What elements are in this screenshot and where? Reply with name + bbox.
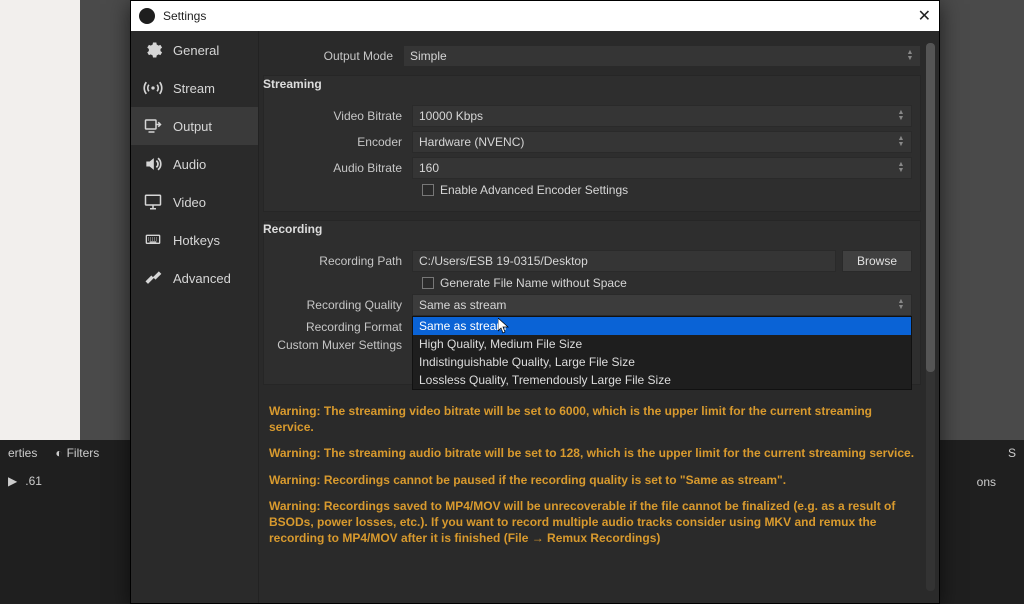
- warning-text: Warning: Recordings cannot be paused if …: [269, 472, 915, 488]
- properties-truncated[interactable]: erties: [8, 446, 37, 460]
- close-icon[interactable]: ✕: [918, 6, 931, 26]
- recording-path-label: Recording Path: [272, 254, 412, 268]
- warning-text: Warning: The streaming audio bitrate wil…: [269, 445, 915, 461]
- chevron-updown-icon: ▲▼: [893, 295, 909, 315]
- recording-format-label: Recording Format: [272, 320, 412, 334]
- warnings: Warning: The streaming video bitrate wil…: [263, 393, 921, 546]
- recording-quality-dropdown: Same as stream High Quality, Medium File…: [412, 316, 912, 390]
- audio-bitrate-label: Audio Bitrate: [272, 161, 412, 175]
- column-s: S: [1008, 446, 1016, 460]
- sidebar-label: Output: [173, 119, 212, 134]
- sidebar: General Stream Output Audio: [131, 31, 259, 603]
- warning-text: Warning: The streaming video bitrate wil…: [269, 403, 915, 435]
- sidebar-label: General: [173, 43, 219, 58]
- output-mode-select[interactable]: Simple ▲ ▼: [403, 45, 921, 67]
- window-title: Settings: [163, 9, 206, 23]
- recording-panel: Recording Recording Path C:/Users/ESB 19…: [263, 220, 921, 385]
- filter-icon: ◐: [55, 446, 62, 460]
- monitor-icon: [143, 193, 163, 211]
- output-mode-label: Output Mode: [263, 49, 403, 63]
- keyboard-icon: [143, 231, 163, 249]
- chevron-updown-icon: ▲▼: [893, 132, 909, 152]
- sidebar-label: Advanced: [173, 271, 231, 286]
- settings-window: Settings ✕ General Stream Output: [130, 0, 940, 604]
- output-icon: [143, 117, 163, 135]
- sidebar-item-general[interactable]: General: [131, 31, 258, 69]
- recording-quality-select[interactable]: Same as stream ▲▼: [412, 294, 912, 316]
- streaming-header: Streaming: [263, 75, 921, 97]
- video-bitrate-label: Video Bitrate: [272, 109, 412, 123]
- source-row[interactable]: ▶ .61: [8, 474, 42, 488]
- chevron-updown-icon: ▲ ▼: [902, 46, 918, 66]
- filters-button[interactable]: ◐ Filters: [55, 446, 99, 460]
- video-bitrate-input[interactable]: 10000 Kbps ▲▼: [412, 105, 912, 127]
- sidebar-item-stream[interactable]: Stream: [131, 69, 258, 107]
- warning-text: Warning: Recordings saved to MP4/MOV wil…: [269, 498, 915, 547]
- quality-option-same[interactable]: Same as stream: [413, 317, 911, 335]
- recording-quality-label: Recording Quality: [272, 298, 412, 312]
- sidebar-label: Video: [173, 195, 206, 210]
- sidebar-item-output[interactable]: Output: [131, 107, 258, 145]
- vertical-scrollbar[interactable]: [926, 43, 935, 591]
- streaming-panel: Streaming Video Bitrate 10000 Kbps ▲▼ En…: [263, 75, 921, 212]
- sidebar-item-advanced[interactable]: Advanced: [131, 259, 258, 297]
- audio-bitrate-select[interactable]: 160 ▲▼: [412, 157, 912, 179]
- custom-muxer-label: Custom Muxer Settings: [272, 338, 412, 352]
- encoder-label: Encoder: [272, 135, 412, 149]
- quality-option-high[interactable]: High Quality, Medium File Size: [413, 335, 911, 353]
- broadcast-icon: [143, 79, 163, 97]
- sidebar-item-video[interactable]: Video: [131, 183, 258, 221]
- generate-filename-checkbox[interactable]: Generate File Name without Space: [272, 276, 912, 290]
- recording-header: Recording: [263, 220, 921, 242]
- titlebar: Settings ✕: [131, 1, 939, 31]
- sidebar-label: Hotkeys: [173, 233, 220, 248]
- play-icon: ▶: [8, 474, 17, 488]
- spinner-icon[interactable]: ▲▼: [893, 106, 909, 126]
- recording-path-input[interactable]: C:/Users/ESB 19-0315/Desktop: [412, 250, 836, 272]
- quality-option-indistinguishable[interactable]: Indistinguishable Quality, Large File Si…: [413, 353, 911, 371]
- scrollbar-thumb[interactable]: [926, 43, 935, 372]
- sidebar-label: Audio: [173, 157, 206, 172]
- quality-option-lossless[interactable]: Lossless Quality, Tremendously Large Fil…: [413, 371, 911, 389]
- chevron-updown-icon: ▲▼: [893, 158, 909, 178]
- right-truncated-button[interactable]: ons: [977, 475, 996, 489]
- app-icon: [139, 8, 155, 24]
- tools-icon: [143, 269, 163, 287]
- encoder-select[interactable]: Hardware (NVENC) ▲▼: [412, 131, 912, 153]
- sidebar-item-hotkeys[interactable]: Hotkeys: [131, 221, 258, 259]
- sidebar-item-audio[interactable]: Audio: [131, 145, 258, 183]
- sidebar-label: Stream: [173, 81, 215, 96]
- browse-button[interactable]: Browse: [842, 250, 912, 272]
- enable-advanced-encoder-checkbox[interactable]: Enable Advanced Encoder Settings: [272, 183, 912, 197]
- gear-icon: [143, 41, 163, 59]
- speaker-icon: [143, 155, 163, 173]
